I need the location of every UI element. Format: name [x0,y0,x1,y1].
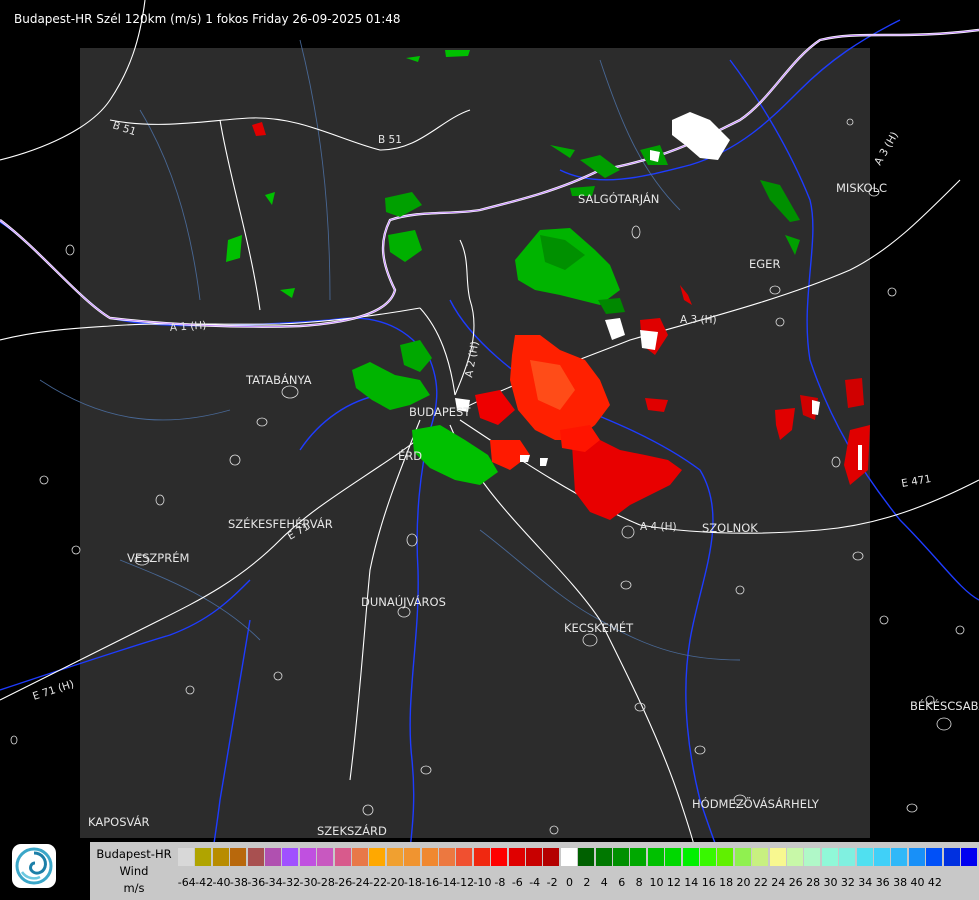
legend-swatch [821,848,839,866]
legend-swatch [212,848,230,866]
legend-swatch [943,848,961,866]
legend-swatch [491,848,509,866]
legend-swatch [386,848,404,866]
city-label-miskolc: MISKOLC [836,181,887,195]
city-label-budapest: BUDAPEST [409,405,471,419]
city-label-bekescsaba: BÉKÉSCSABA [910,698,979,713]
legend-title-unit: m/s [123,881,145,895]
legend-swatch [404,848,422,866]
city-label-dunaujvaros: DUNAÚJVÁROS [361,594,446,609]
legend-swatch [769,848,787,866]
legend-swatch [700,848,717,866]
legend-swatch [891,848,909,866]
legend-swatch [247,848,265,866]
legend-swatch [804,848,822,866]
legend-swatch [665,848,683,866]
legend-swatch [734,848,752,866]
legend-swatch [578,848,596,866]
city-label-tatabanya: TATABÁNYA [245,372,312,387]
radar-coverage-area [80,48,870,838]
legend-swatch [560,848,578,866]
legend-swatch [526,848,543,866]
legend-swatch [456,848,474,866]
legend-swatch [874,848,891,866]
legend-swatch [508,848,526,866]
legend-swatch [856,848,874,866]
legend-swatch [595,848,613,866]
legend-swatch [613,848,630,866]
legend-swatch [421,848,439,866]
road-label-a3: A 3 (H) [680,314,717,326]
page-title: Budapest-HR Szél 120km (m/s) 1 fokos Fri… [14,12,401,26]
city-label-kecskemet: KECSKEMÉT [564,620,634,635]
legend-title: Budapest-HR Wind m/s [92,846,176,897]
city-label-szekszard: SZEKSZÁRD [317,823,387,838]
road-label-a3-ne: A 3 (H) [872,130,901,168]
legend-swatch [439,848,456,866]
road-label-e471: E 471 [900,473,932,490]
city-label-kaposvar: KAPOSVÁR [88,814,149,829]
legend-swatch [543,848,561,866]
road-label-e71-sw: E 71 (H) [31,678,75,703]
city-label-szolnok: SZOLNOK [702,521,758,535]
legend-swatch [473,848,491,866]
city-label-hodmezovasarhely: HÓDMEZŐVÁSÁRHELY [692,796,820,811]
road-label-a4: A 4 (H) [640,521,677,533]
legend-swatch [369,848,387,866]
legend-swatch [961,848,978,866]
legend-swatch [282,848,300,866]
legend-swatch [752,848,770,866]
city-label-eger: EGER [749,257,780,271]
legend-swatch [230,848,248,866]
legend-swatch [682,848,700,866]
legend-swatch [908,848,926,866]
legend-swatch [839,848,857,866]
legend-swatch [352,848,369,866]
legend-title-quantity: Wind [119,864,149,878]
legend-swatch [787,848,804,866]
legend-swatch [926,848,944,866]
radar-map: TATABÁNYA BUDAPEST ÉRD SZÉKESFEHÉRVÁR VE… [0,0,979,900]
met-service-logo [12,844,56,888]
city-label-salgotarjan: SALGÓTARJÁN [578,191,659,206]
legend-swatch [299,848,317,866]
legend-swatch [630,848,648,866]
city-label-veszprem: VESZPRÉM [127,550,189,565]
legend-tick-label: 42 [927,876,942,889]
legend-swatch [317,848,335,866]
legend-swatch [178,848,195,866]
legend-swatch [717,848,735,866]
legend-swatch [647,848,665,866]
road-label-a1: A 1 (H) [169,319,206,334]
legend-swatch [195,848,213,866]
city-label-szekesfehervar: SZÉKESFEHÉRVÁR [228,516,333,531]
color-legend: Budapest-HR Wind m/s -64 -42 -40 -38 -36 -34-… [90,842,979,900]
legend-title-product: Budapest-HR [96,847,172,861]
legend-swatch [265,848,282,866]
road-label-b51-east: B 51 [378,134,402,146]
met-service-swirl-icon [15,847,53,885]
city-label-erd: ÉRD [398,448,422,463]
legend-swatch [334,848,352,866]
